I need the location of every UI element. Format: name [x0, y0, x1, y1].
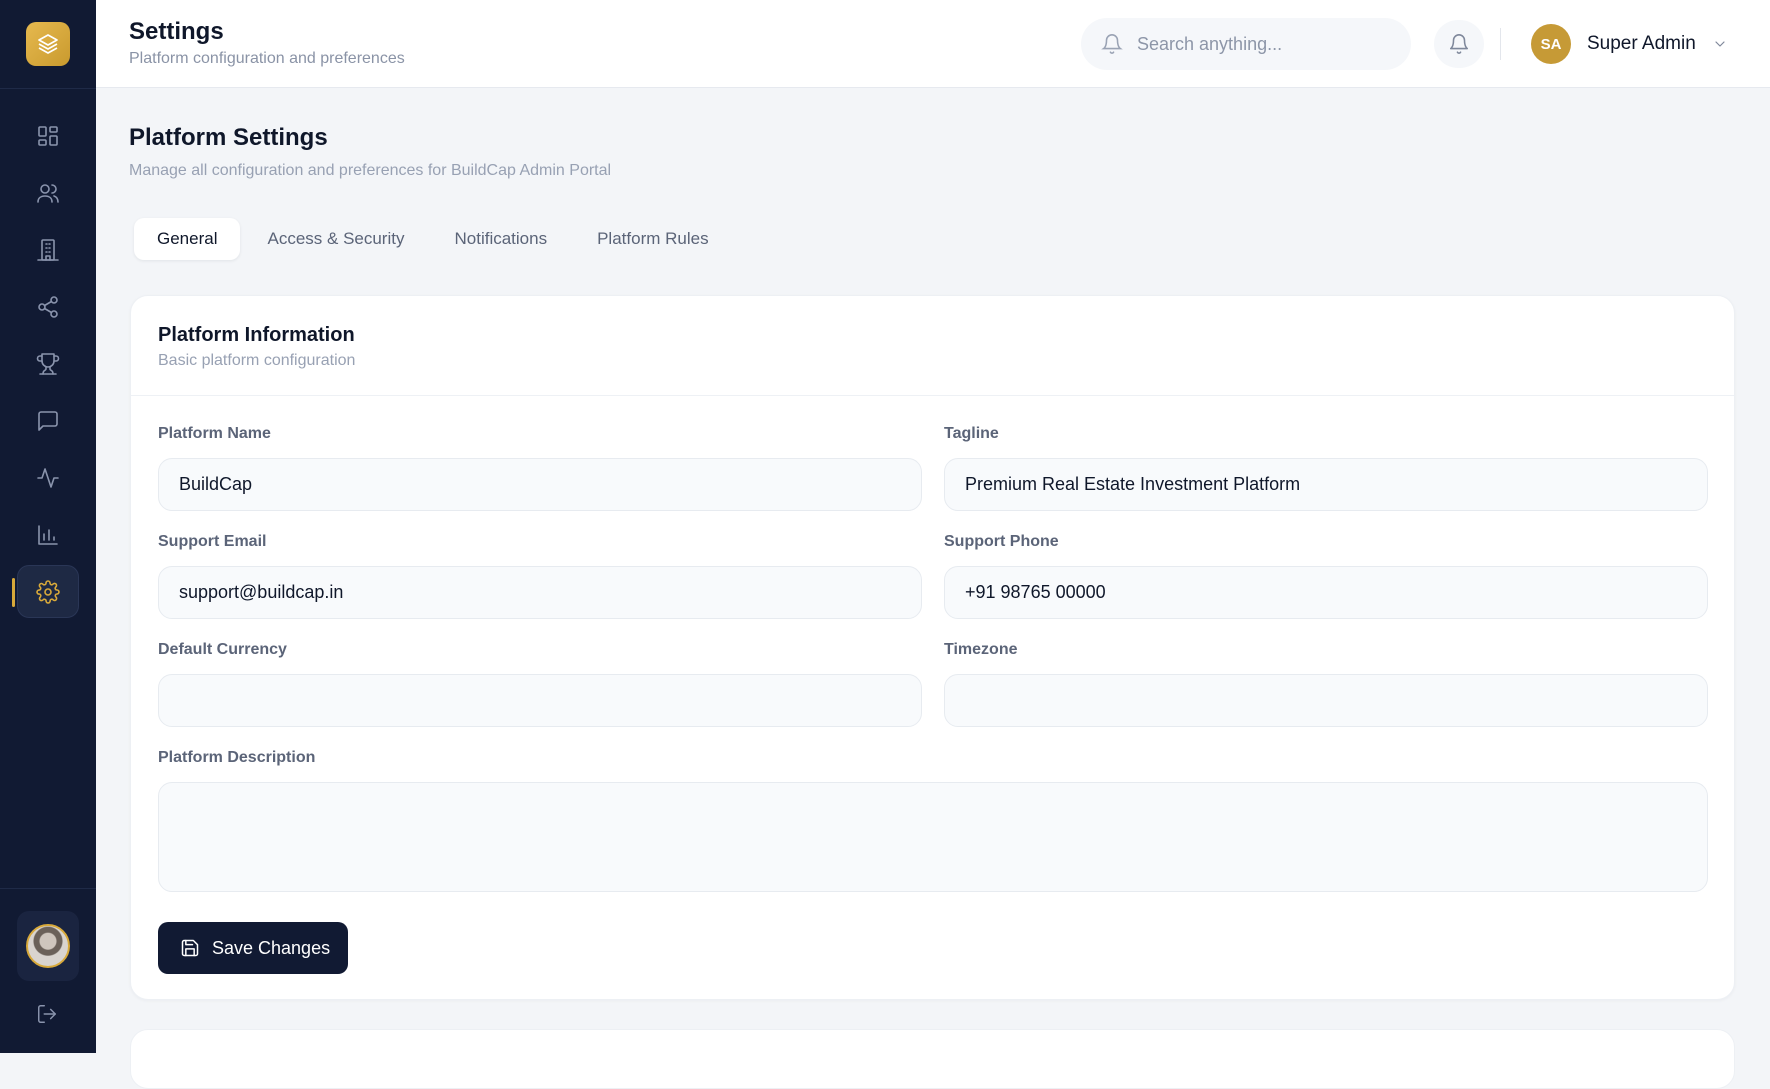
tagline-label: Tagline: [944, 425, 999, 442]
sidebar-item-activity[interactable]: [17, 451, 79, 504]
tagline-field[interactable]: [944, 458, 1708, 511]
activity-icon: [37, 467, 59, 488]
tab-notifications[interactable]: Notifications: [431, 218, 570, 260]
main-content: Platform Settings Manage all configurati…: [96, 88, 1770, 1089]
logout-button[interactable]: [36, 1003, 60, 1027]
sidebar-item-rewards[interactable]: [17, 337, 79, 390]
sidebar-footer-divider: [0, 888, 96, 889]
search-bar[interactable]: [1081, 18, 1411, 70]
settings-tabs: General Access & Security Notifications …: [134, 218, 736, 260]
share-icon: [38, 295, 58, 318]
tab-general[interactable]: General: [134, 218, 241, 260]
card-subtitle: Basic platform configuration: [158, 352, 356, 369]
platform-description-field[interactable]: [158, 782, 1708, 892]
support-email-field[interactable]: [158, 566, 922, 619]
default-currency-label: Default Currency: [158, 641, 287, 658]
user-menu[interactable]: SA Super Admin: [1531, 24, 1728, 64]
card-header: Platform Information Basic platform conf…: [131, 296, 1734, 396]
trophy-icon: [36, 352, 60, 375]
card-title: Platform Information: [158, 324, 355, 346]
sidebar-item-referrals[interactable]: [17, 280, 79, 333]
sidebar-divider: [0, 88, 96, 89]
tab-access-security[interactable]: Access & Security: [244, 218, 427, 260]
sidebar-item-reports[interactable]: [17, 508, 79, 561]
support-phone-field[interactable]: [944, 566, 1708, 619]
dashboard-grid-icon: [38, 125, 58, 146]
profile-button[interactable]: [17, 911, 79, 981]
bar-chart-icon: [38, 524, 58, 545]
page-subtitle: Platform configuration and preferences: [129, 50, 405, 67]
layers-icon: [38, 34, 58, 54]
bell-search-icon: [1101, 34, 1123, 54]
platform-information-card: Platform Information Basic platform conf…: [130, 295, 1735, 1000]
user-initials-badge: SA: [1531, 24, 1571, 64]
tab-platform-rules[interactable]: Platform Rules: [574, 218, 731, 260]
timezone-label: Timezone: [944, 641, 1018, 658]
default-currency-field[interactable]: [158, 674, 922, 727]
app-logo[interactable]: [26, 22, 70, 66]
bell-icon: [1449, 34, 1469, 54]
section-subtitle: Manage all configuration and preferences…: [129, 162, 612, 179]
search-input[interactable]: [1137, 33, 1377, 55]
platform-name-field[interactable]: [158, 458, 922, 511]
save-icon: [181, 939, 199, 957]
section-title: Platform Settings: [129, 124, 328, 151]
message-icon: [38, 410, 58, 431]
top-bar: Settings Platform configuration and pref…: [96, 0, 1770, 88]
avatar: [26, 924, 70, 968]
platform-name-label: Platform Name: [158, 425, 271, 442]
save-changes-button[interactable]: Save Changes: [158, 922, 348, 974]
gear-icon: [36, 579, 60, 604]
sidebar-nav: [12, 109, 79, 622]
chevron-down-icon: [1712, 36, 1728, 52]
notifications-button[interactable]: [1434, 20, 1484, 68]
page-title: Settings: [129, 18, 224, 45]
timezone-field[interactable]: [944, 674, 1708, 727]
support-email-label: Support Email: [158, 533, 267, 550]
next-settings-card: [130, 1029, 1735, 1089]
sidebar-item-settings[interactable]: [12, 565, 79, 618]
support-phone-label: Support Phone: [944, 533, 1059, 550]
topbar-divider: [1500, 28, 1501, 60]
users-icon: [37, 183, 59, 203]
platform-description-label: Platform Description: [158, 749, 316, 766]
user-name: Super Admin: [1587, 33, 1696, 54]
logout-icon: [38, 1005, 56, 1023]
sidebar-item-properties[interactable]: [17, 223, 79, 276]
save-changes-label: Save Changes: [212, 937, 331, 958]
sidebar-item-dashboard[interactable]: [17, 109, 79, 162]
sidebar-item-messages[interactable]: [17, 394, 79, 447]
sidebar: [0, 0, 96, 1053]
building-icon: [37, 238, 59, 261]
sidebar-item-users[interactable]: [17, 166, 79, 219]
sidebar-footer: [0, 888, 96, 1053]
